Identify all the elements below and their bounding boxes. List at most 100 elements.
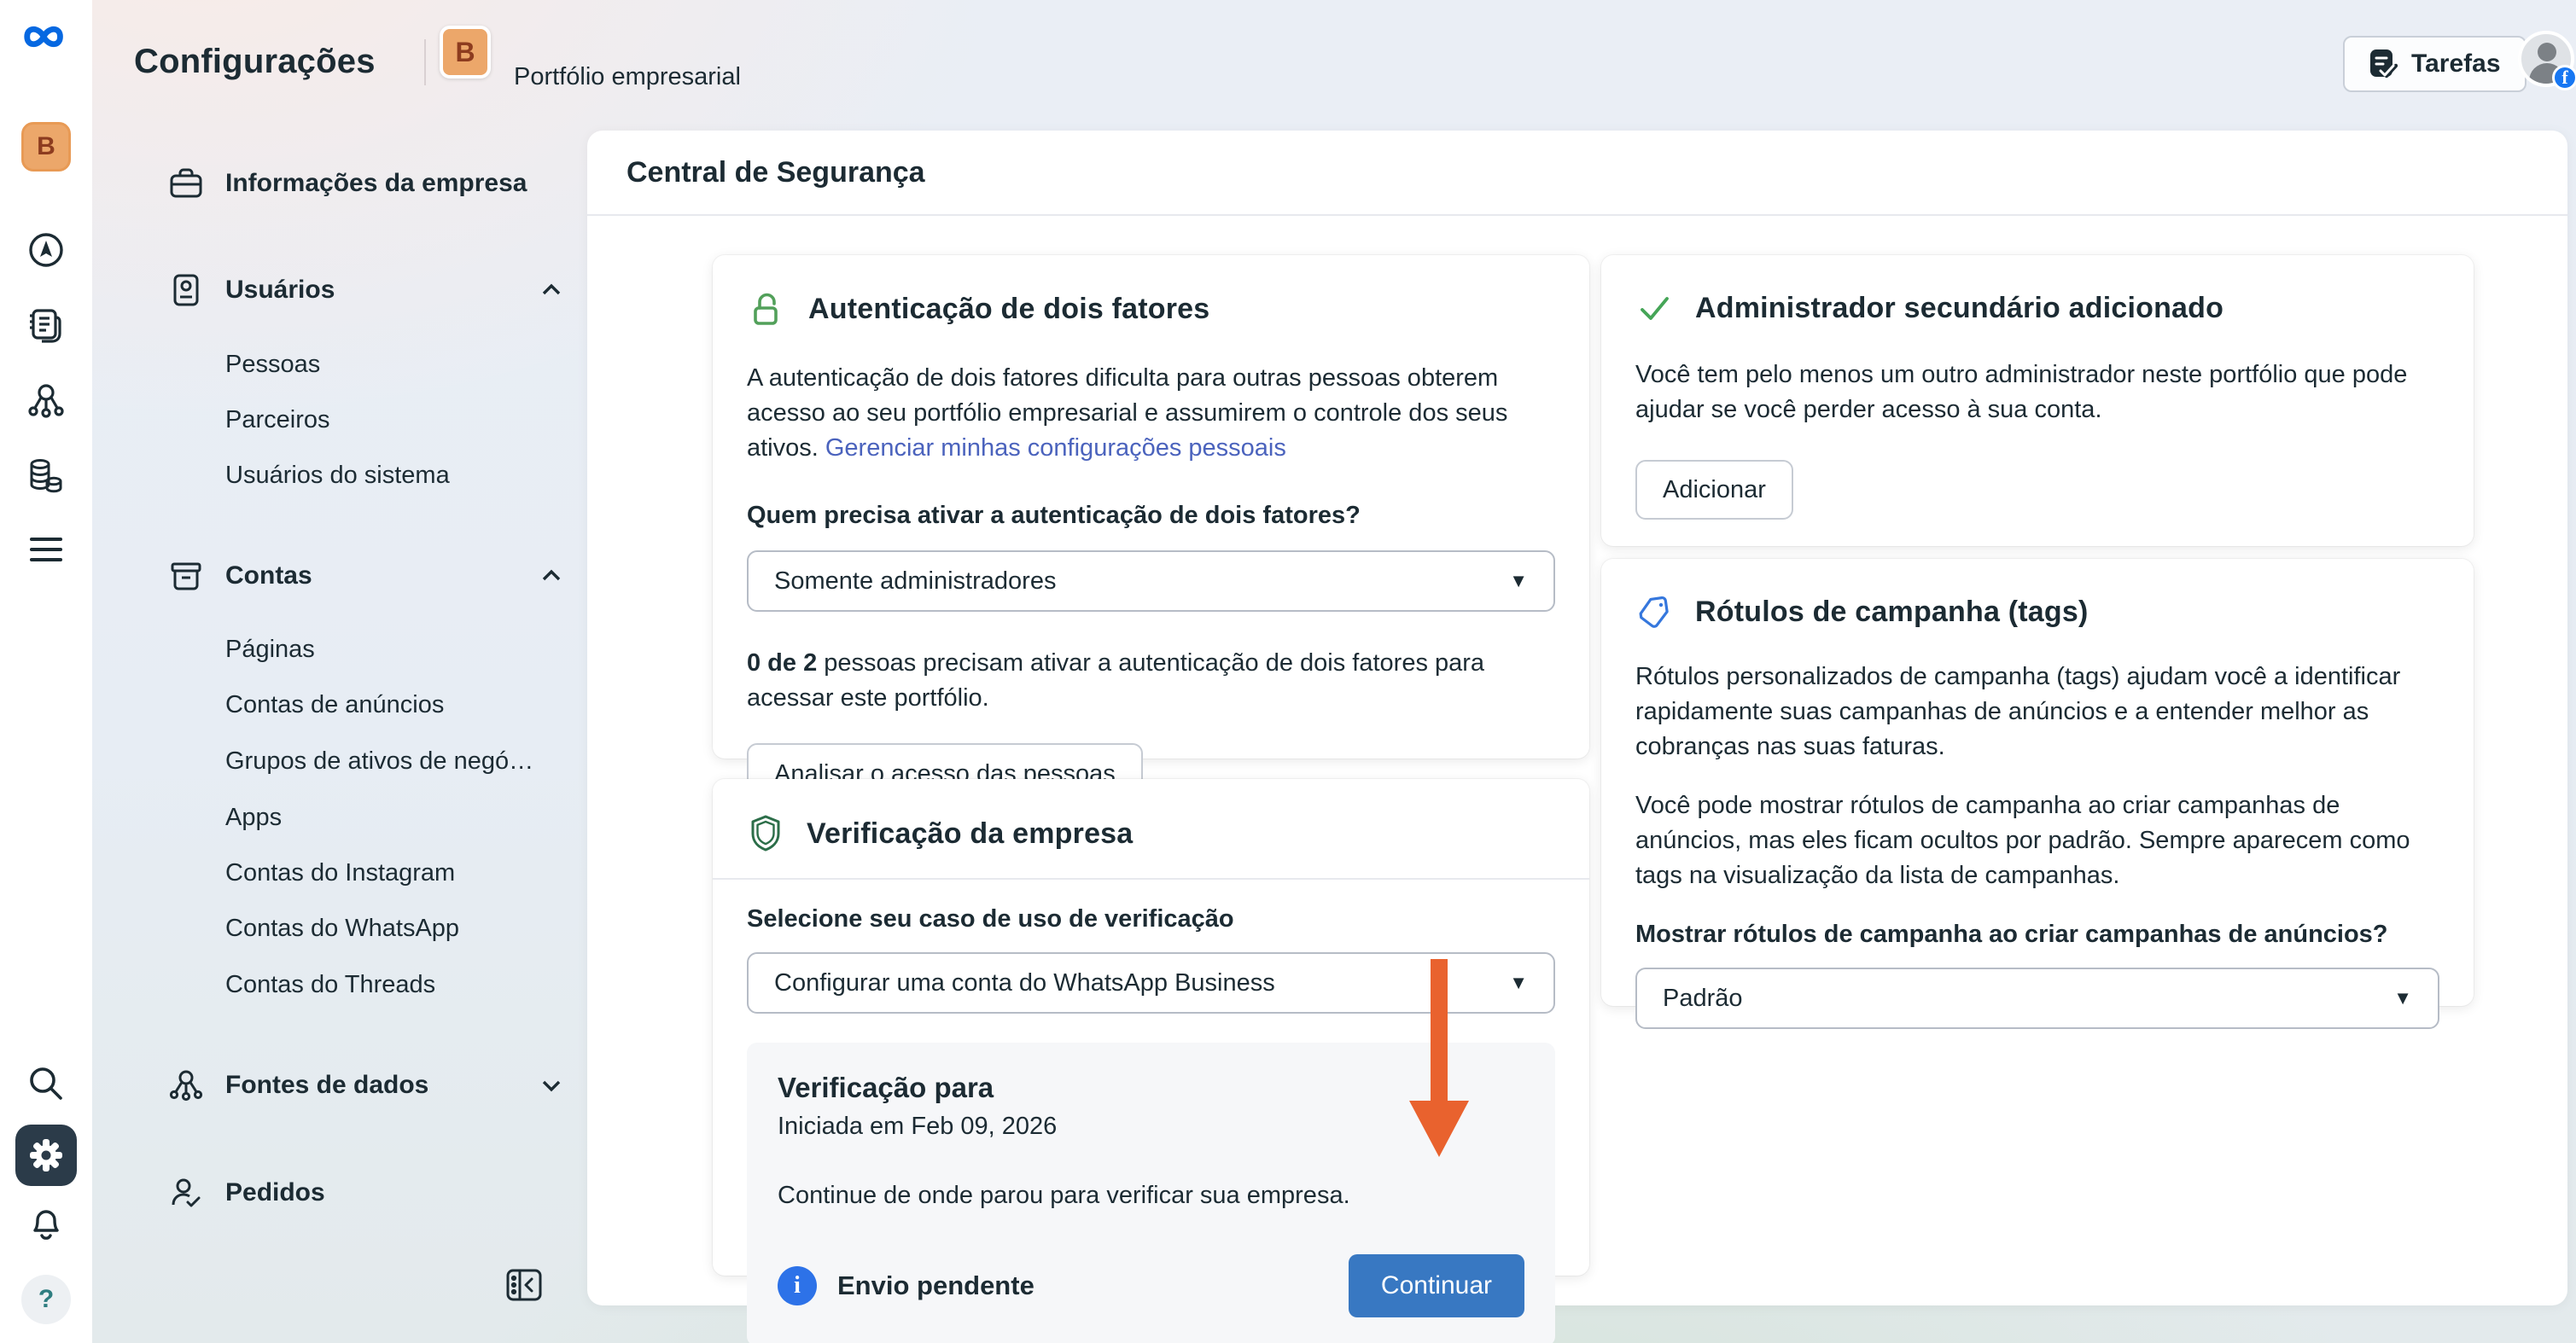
verification-for-title: Verificação para [778,1072,1524,1104]
briefcase-icon [167,165,205,202]
sidebar-item-system-users[interactable]: Usuários do sistema [92,449,589,502]
sidebar-item-requests[interactable]: Pedidos [92,1166,589,1219]
ads-manager-icon[interactable] [26,230,66,270]
portfolio-selector[interactable]: Portfólio empresarial [514,63,741,91]
billing-coins-icon[interactable] [26,456,67,497]
sidebar-item-business-asset-groups[interactable]: Grupos de ativos de negó… [92,735,589,788]
sidebar-item-instagram-accounts[interactable]: Contas do Instagram [92,846,589,899]
secondary-admin-title: Administrador secundário adicionado [1695,292,2223,325]
settings-rail-button[interactable] [15,1125,77,1186]
selected-option: Padrão [1663,985,2393,1013]
campaign-labels-question: Mostrar rótulos de campanha ao criar cam… [1635,921,2439,949]
sidebar-item-whatsapp-accounts[interactable]: Contas do WhatsApp [92,902,589,955]
verification-started-date: Iniciada em Feb 09, 2026 [778,1113,1524,1141]
sidebar-item-label: Contas do Instagram [225,859,455,887]
chevron-up-icon [536,275,567,305]
tasks-clipboard-icon [2369,48,2398,80]
campaign-labels-title: Rótulos de campanha (tags) [1695,596,2088,629]
shield-icon [747,813,784,854]
campaign-labels-body2: Você pode mostrar rótulos de campanha ao… [1635,788,2439,893]
sidebar-item-threads-accounts[interactable]: Contas do Threads [92,958,589,1011]
data-sources-rail-icon[interactable] [26,381,67,422]
sidebar-group-label: Contas [225,561,312,590]
sidebar-item-label: Contas do Threads [225,971,435,999]
sidebar-item-pages[interactable]: Páginas [92,623,589,676]
tasks-button-label: Tarefas [2411,49,2501,78]
sidebar-group-accounts[interactable]: Contas [92,549,589,602]
chevron-up-icon [536,561,567,591]
sidebar-item-business-info[interactable]: Informações da empresa [92,157,589,210]
sidebar-item-label: Grupos de ativos de negó… [225,747,533,776]
meta-infinity-icon [20,17,73,56]
help-button[interactable]: ? [21,1275,71,1324]
verification-select-label: Selecione seu caso de uso de verificação [747,905,1555,933]
panel-title: Central de Segurança [627,156,925,189]
sidebar-item-label: Contas de anúncios [225,691,444,719]
sidebar-item-label: Contas do WhatsApp [225,915,459,943]
collapse-panel-icon [505,1268,543,1302]
sidebar-group-label: Usuários [225,276,335,305]
facebook-badge-icon: f [2552,65,2576,90]
open-lock-icon [747,289,786,328]
archive-box-icon [167,557,205,595]
two-factor-progress-text: pessoas precisam ativar a autenticação d… [747,649,1484,712]
sidebar-item-label: Apps [225,804,282,832]
sidebar-item-partners[interactable]: Parceiros [92,393,589,446]
search-icon[interactable] [26,1063,67,1104]
panel-header: Central de Segurança [587,131,2567,216]
continue-button[interactable]: Continuar [1349,1254,1524,1317]
campaign-labels-body1: Rótulos personalizados de campanha (tags… [1635,660,2439,765]
campaign-labels-card: Rótulos de campanha (tags) Rótulos perso… [1601,559,2474,1006]
dropdown-caret-icon: ▼ [2393,987,2412,1009]
add-admin-button[interactable]: Adicionar [1635,460,1793,520]
icon-rail: B [0,0,92,1343]
two-factor-card: Autenticação de dois fatores A autentica… [713,255,1589,759]
verification-title: Verificação da empresa [807,817,1133,851]
sidebar-item-label: Parceiros [225,406,330,434]
sidebar-item-label: Pessoas [225,351,320,379]
sidebar-item-label: Pedidos [225,1178,325,1207]
notifications-bell-icon[interactable] [26,1201,66,1242]
selected-option: Configurar uma conta do WhatsApp Busines… [774,969,1509,997]
chevron-down-icon [536,1070,567,1101]
id-card-icon [167,271,205,309]
user-avatar[interactable]: f [2518,31,2574,87]
business-portfolio-rail-button[interactable]: B [21,122,71,172]
checkmark-icon [1635,289,1673,327]
sidebar-group-users[interactable]: Usuários [92,264,589,317]
person-check-icon [167,1174,205,1212]
sidebar-item-label: Páginas [225,636,315,664]
sidebar-item-label: Informações da empresa [225,169,527,198]
tag-icon [1635,593,1673,631]
verification-status-box: Verificação para Iniciada em Feb 09, 202… [747,1043,1555,1343]
dropdown-caret-icon: ▼ [1509,972,1528,994]
sidebar-group-data-sources[interactable]: Fontes de dados [92,1059,589,1112]
tasks-button[interactable]: Tarefas [2343,36,2526,92]
sidebar-item-people[interactable]: Pessoas [92,338,589,391]
gear-icon [15,1125,77,1186]
meta-logo-icon[interactable] [20,17,73,56]
sidebar-item-ad-accounts[interactable]: Contas de anúncios [92,678,589,731]
dropdown-caret-icon: ▼ [1509,570,1528,592]
business-verification-card: Verificação da empresa Selecione seu cas… [713,779,1589,1276]
verification-continue-text: Continue de onde parou para verificar su… [778,1178,1524,1213]
secondary-admin-card: Administrador secundário adicionado Você… [1601,255,2474,546]
pending-submission-status: Envio pendente [837,1270,1349,1301]
info-icon: i [778,1266,817,1305]
portfolio-badge[interactable]: B [440,26,491,78]
sidebar-item-apps[interactable]: Apps [92,791,589,844]
two-factor-progress-count: 0 de 2 [747,649,817,677]
security-center-panel: Central de Segurança Autenticação de doi… [587,131,2567,1305]
campaign-labels-select[interactable]: Padrão ▼ [1635,968,2439,1029]
verification-usecase-select[interactable]: Configurar uma conta do WhatsApp Busines… [747,952,1555,1014]
manage-personal-settings-link[interactable]: Gerenciar minhas configurações pessoais [825,434,1286,462]
collapse-sidebar-button[interactable] [505,1268,543,1302]
all-tools-menu-icon[interactable] [26,532,66,567]
content-posts-icon[interactable] [26,305,67,346]
question-mark-icon: ? [21,1275,71,1324]
sidebar-item-label: Usuários do sistema [225,462,450,490]
sidebar-group-label: Fontes de dados [225,1071,428,1100]
title-divider [424,39,426,85]
two-factor-requirement-select[interactable]: Somente administradores ▼ [747,550,1555,612]
two-factor-title: Autenticação de dois fatores [808,293,1209,326]
